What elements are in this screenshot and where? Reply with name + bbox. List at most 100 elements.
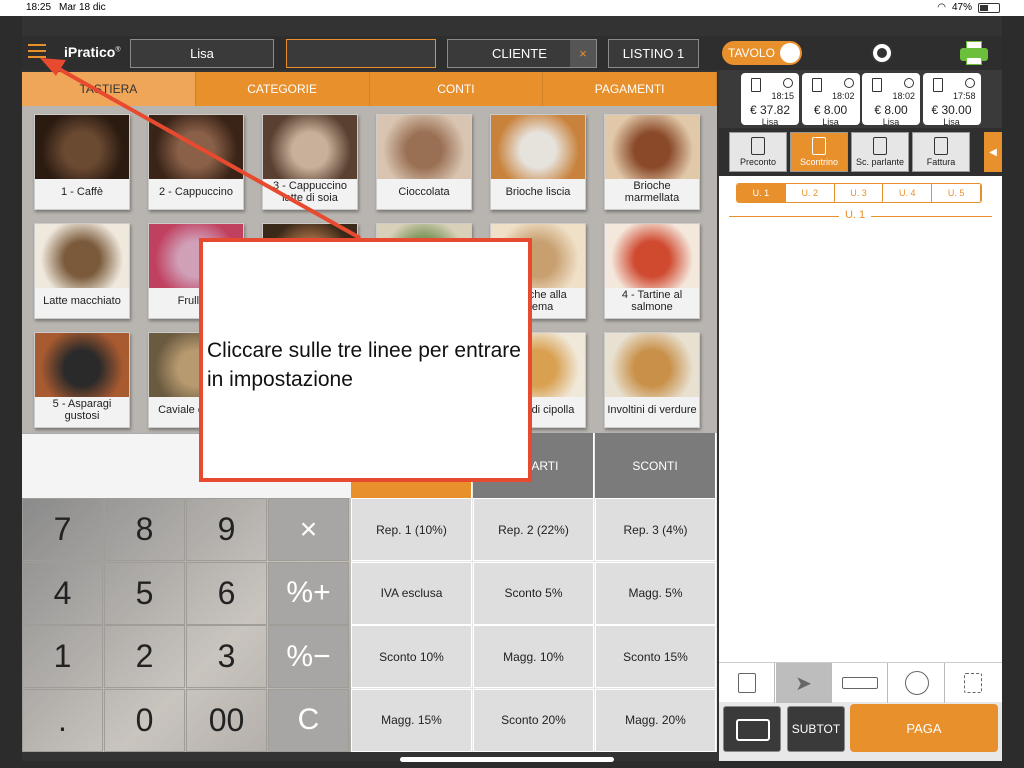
function-header-sconti[interactable]: SCONTI bbox=[595, 433, 716, 498]
function-button[interactable]: Magg. 20% bbox=[595, 688, 716, 752]
document-icon bbox=[932, 78, 943, 92]
tab-conti[interactable]: CONTI bbox=[370, 72, 544, 106]
trash-icon[interactable] bbox=[719, 663, 775, 703]
drawer-icon[interactable] bbox=[832, 663, 888, 703]
product-tile[interactable]: Cioccolata bbox=[376, 114, 472, 210]
keypad-key[interactable]: 00 bbox=[186, 688, 267, 752]
function-button[interactable]: Rep. 1 (10%) bbox=[351, 498, 472, 561]
clock-icon bbox=[964, 78, 975, 88]
battery-percent: 47% bbox=[951, 2, 972, 13]
product-label: Cioccolata bbox=[398, 186, 450, 198]
tab-categorie[interactable]: CATEGORIE bbox=[196, 72, 370, 106]
keypad-key[interactable]: 0 bbox=[104, 688, 185, 752]
function-button[interactable]: Sconto 10% bbox=[351, 625, 472, 688]
clock-icon bbox=[904, 78, 914, 88]
operator-field[interactable]: Lisa bbox=[130, 39, 274, 68]
order-amount: € 30.00 bbox=[931, 103, 972, 117]
product-tile[interactable]: Brioche marmellata bbox=[604, 114, 700, 210]
order-panel: 18:15 € 37.82 Lisa 18:02 € 8.00 Lisa 18:02 € 8.… bbox=[719, 70, 1002, 761]
product-tile[interactable]: 4 - Tartine al salmone bbox=[604, 223, 700, 319]
customer-label: CLIENTE bbox=[492, 46, 547, 61]
open-order-ticket[interactable]: 18:02 € 8.00 Lisa bbox=[862, 73, 920, 127]
invoice-tab[interactable]: Fattura bbox=[912, 132, 970, 172]
function-button[interactable]: IVA esclusa bbox=[351, 561, 472, 625]
wifi-icon: ◠ bbox=[937, 2, 946, 13]
subtotal-button[interactable]: SUBTOT bbox=[787, 706, 845, 752]
keypad-key[interactable]: 6 bbox=[186, 561, 267, 625]
unit-tab[interactable]: U. 3 bbox=[835, 184, 884, 202]
product-tile[interactable]: Latte macchiato bbox=[34, 223, 130, 319]
order-time: 18:02 bbox=[892, 91, 915, 101]
function-button[interactable]: Rep. 2 (22%) bbox=[473, 498, 594, 561]
receipt-actions: ➤ bbox=[719, 662, 1002, 703]
function-button[interactable]: Sconto 20% bbox=[473, 688, 594, 752]
clear-customer-icon[interactable]: × bbox=[570, 40, 596, 67]
document-icon bbox=[872, 78, 882, 92]
wallet-icon[interactable] bbox=[723, 706, 781, 752]
keypad-key[interactable]: 1 bbox=[22, 625, 103, 688]
function-button[interactable]: Rep. 3 (4%) bbox=[595, 498, 716, 561]
product-photo bbox=[35, 333, 129, 397]
table-field[interactable] bbox=[286, 39, 436, 68]
product-tile[interactable]: Involtini di verdure bbox=[604, 332, 700, 428]
document-icon bbox=[751, 78, 761, 92]
unit-tab[interactable]: U. 1 bbox=[737, 184, 786, 202]
document-icon bbox=[934, 137, 948, 155]
unit-tab[interactable]: U. 4 bbox=[883, 184, 933, 202]
product-tile[interactable]: 3 - Cappuccino latte di soia bbox=[262, 114, 358, 210]
function-button[interactable]: Magg. 10% bbox=[473, 625, 594, 688]
clock-icon bbox=[843, 78, 854, 88]
keypad-key[interactable]: . bbox=[22, 688, 103, 752]
customer-field[interactable]: CLIENTE × bbox=[447, 39, 597, 68]
qr-code-icon[interactable] bbox=[945, 663, 1001, 703]
keypad-key[interactable]: 3 bbox=[186, 625, 267, 688]
product-photo bbox=[605, 224, 699, 288]
keypad-key[interactable]: × bbox=[268, 498, 349, 561]
keypad-key[interactable]: C bbox=[268, 688, 349, 752]
product-tile[interactable]: 5 - Asparagi gustosi bbox=[34, 332, 130, 428]
keypad-key[interactable]: 4 bbox=[22, 561, 103, 625]
product-tile[interactable]: Brioche liscia bbox=[490, 114, 586, 210]
send-icon[interactable]: ➤ bbox=[776, 663, 832, 703]
scontrino-tab[interactable]: Scontrino bbox=[790, 132, 848, 172]
speaking-receipt-tab[interactable]: Sc. parlante bbox=[851, 132, 909, 172]
printer-icon[interactable] bbox=[960, 41, 988, 65]
open-order-ticket[interactable]: 18:15 € 37.82 Lisa bbox=[741, 73, 799, 127]
keypad-key[interactable]: %− bbox=[268, 625, 349, 688]
pay-button[interactable]: PAGA bbox=[850, 704, 998, 752]
tab-tastiera[interactable]: TASTIERA bbox=[22, 72, 196, 106]
preconto-tab[interactable]: Preconto bbox=[729, 132, 787, 172]
status-time: 18:25 bbox=[26, 2, 52, 13]
product-tile[interactable]: 1 - Caffè bbox=[34, 114, 130, 210]
function-button[interactable]: Magg. 15% bbox=[351, 688, 472, 752]
open-order-ticket[interactable]: 17:58 € 30.00 Lisa bbox=[922, 73, 981, 127]
toggle-label: TAVOLO bbox=[728, 46, 775, 60]
keypad-key[interactable]: 9 bbox=[186, 498, 267, 561]
keypad-key[interactable]: 7 bbox=[22, 498, 103, 561]
unit-tab[interactable]: U. 5 bbox=[932, 184, 981, 202]
keypad-key[interactable]: 8 bbox=[104, 498, 185, 561]
table-mode-toggle[interactable]: TAVOLO bbox=[722, 41, 802, 65]
order-user: Lisa bbox=[761, 117, 779, 127]
globe-icon[interactable] bbox=[871, 42, 893, 64]
clock-icon bbox=[783, 78, 793, 88]
numeric-keypad: 7 8 9 × 4 5 6 %+ 1 2 3 %−. 0 00 C bbox=[22, 498, 351, 752]
tab-pagamenti[interactable]: PAGAMENTI bbox=[543, 72, 717, 106]
status-date: Mar 18 dic bbox=[59, 2, 106, 13]
unit-tab[interactable]: U. 2 bbox=[786, 184, 835, 202]
chevron-left-icon[interactable]: ◀ bbox=[984, 132, 1002, 172]
menu-icon[interactable] bbox=[28, 44, 46, 58]
open-order-ticket[interactable]: 18:02 € 8.00 Lisa bbox=[801, 73, 860, 127]
main-tabs: TASTIERA CATEGORIE CONTI PAGAMENTI bbox=[22, 72, 717, 106]
product-tile[interactable]: 2 - Cappuccino bbox=[148, 114, 244, 210]
keypad-key[interactable]: 2 bbox=[104, 625, 185, 688]
function-button[interactable]: Sconto 15% bbox=[595, 625, 716, 688]
price-list-button[interactable]: LISTINO 1 bbox=[608, 39, 699, 68]
function-button[interactable]: Magg. 5% bbox=[595, 561, 716, 625]
function-button[interactable]: Sconto 5% bbox=[473, 561, 594, 625]
document-icon bbox=[811, 78, 822, 92]
order-user: Lisa bbox=[943, 117, 960, 127]
keypad-key[interactable]: %+ bbox=[268, 561, 349, 625]
card-rotate-icon[interactable] bbox=[889, 663, 945, 703]
keypad-key[interactable]: 5 bbox=[104, 561, 185, 625]
